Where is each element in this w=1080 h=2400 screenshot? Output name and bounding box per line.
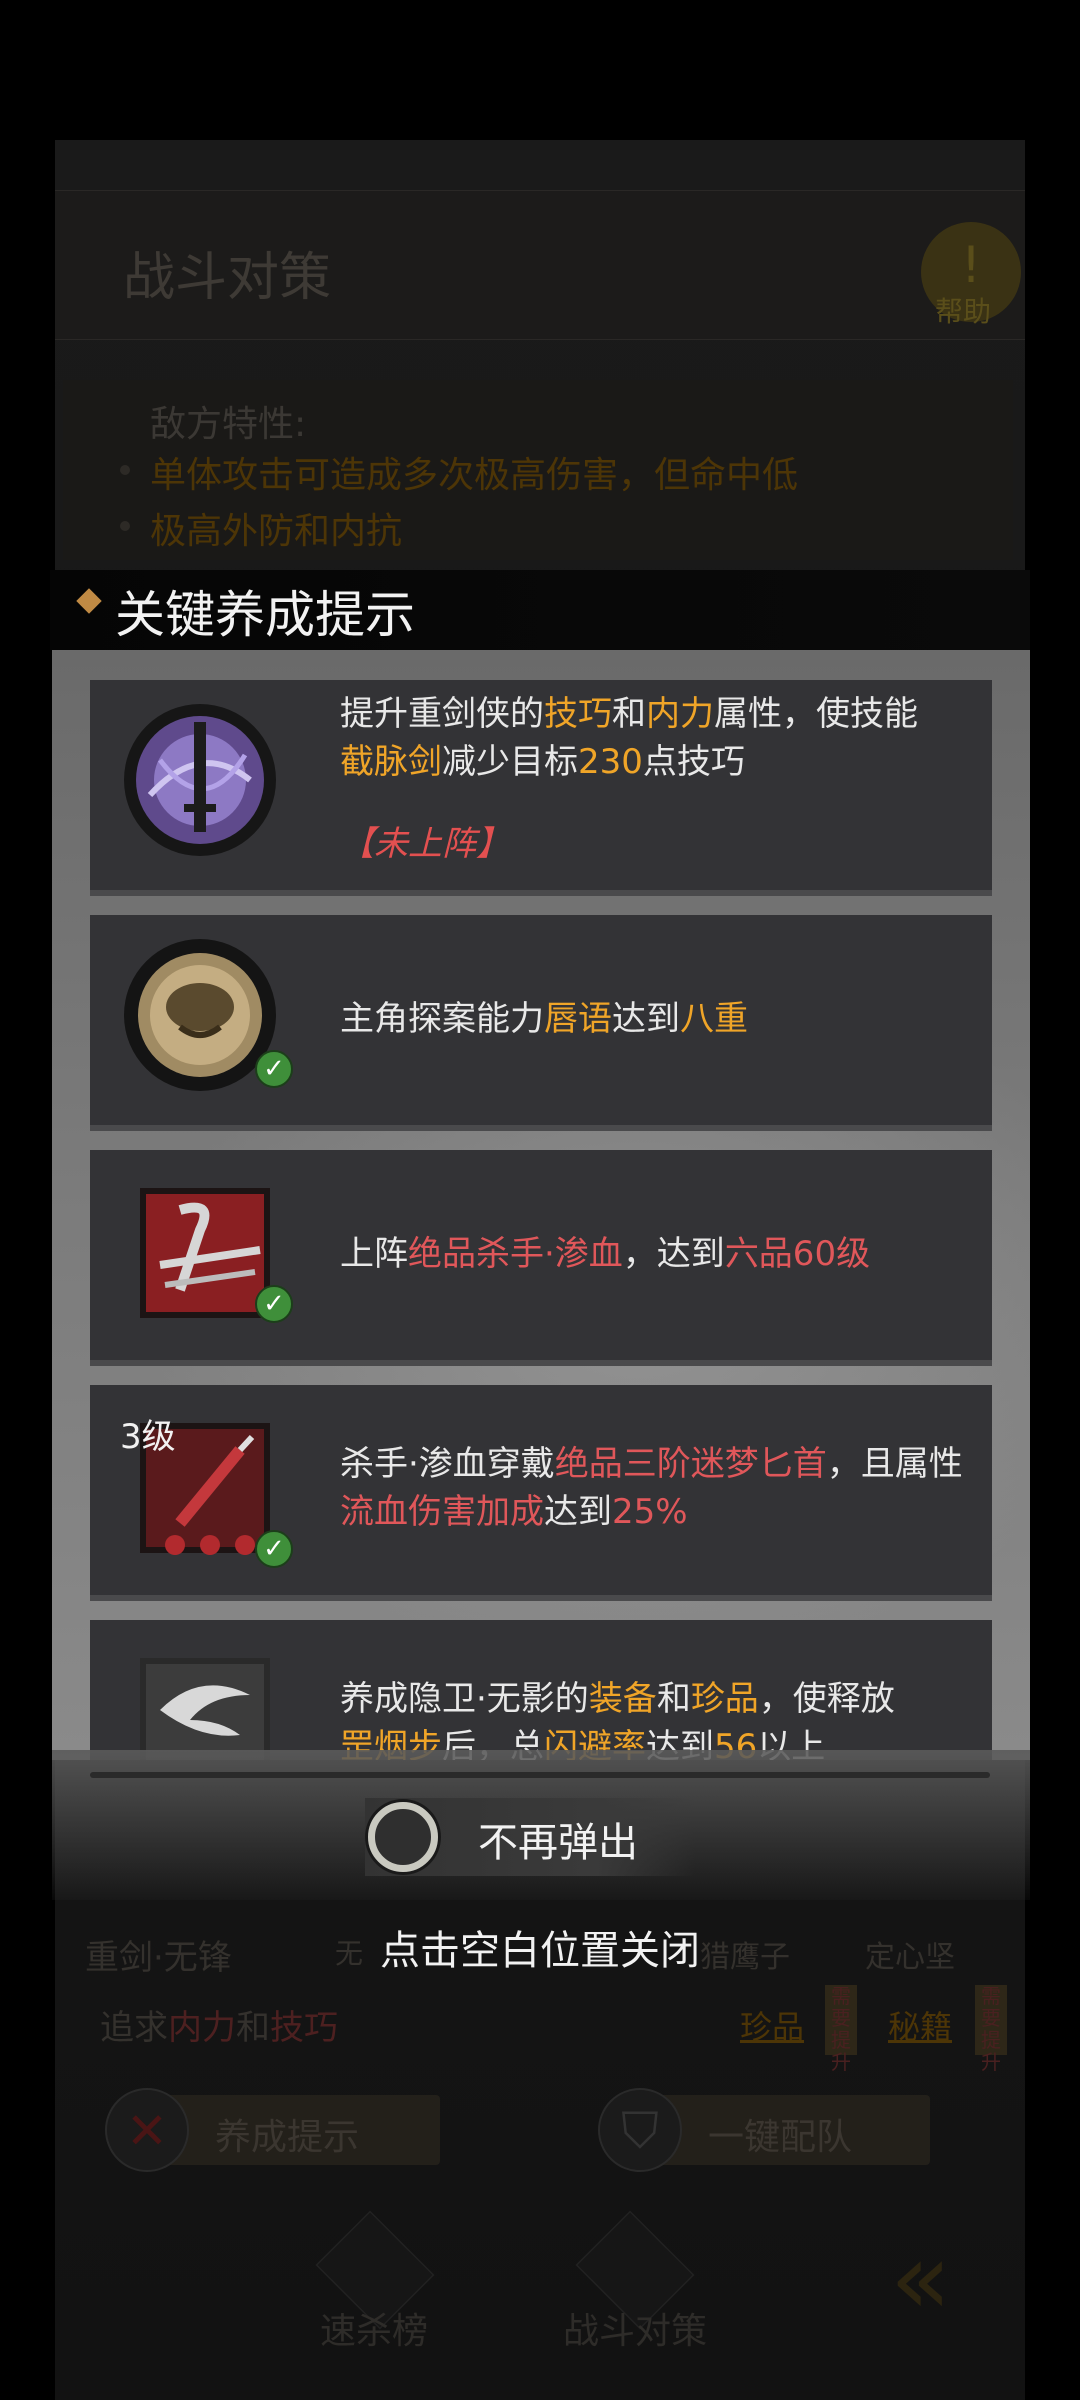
dont-show-again-label[interactable]: 不再弹出: [478, 1810, 638, 1868]
upgrade-tag: 需要提升: [825, 1985, 857, 2073]
tip-text: 提升重剑侠的技巧和内力属性，使技能 截脉剑减少目标230点技巧 【未上阵】: [340, 680, 980, 890]
training-tip-label: 养成提示: [215, 2117, 360, 2158]
radio-icon[interactable]: [368, 1802, 438, 1872]
tip-text: 主角探案能力唇语达到八重: [340, 999, 748, 1039]
divider: [90, 1772, 990, 1778]
auto-team-label: 一键配队: [708, 2117, 853, 2158]
enemy-traits-title: 敌方特性:: [150, 404, 307, 445]
check-icon: ✓: [255, 1285, 293, 1323]
tip-text: 杀手·渗血穿戴绝品三阶迷梦匕首，且属性 流血伤害加成达到25%: [340, 1444, 963, 1532]
upgrade-tag: 需要提升: [975, 1985, 1007, 2073]
page-title: 战斗对策: [123, 248, 332, 308]
enemy-trait-1: 单体攻击可造成多次极高伤害，但命中低: [150, 455, 799, 496]
bullet-icon: [120, 521, 130, 531]
tip-card[interactable]: 提升重剑侠的技巧和内力属性，使技能 截脉剑减少目标230点技巧 【未上阵】: [90, 680, 992, 890]
popup-title: 关键养成提示: [115, 586, 415, 644]
check-icon: ✓: [255, 1050, 293, 1088]
shield-icon: ⛉: [598, 2088, 682, 2172]
tip-card[interactable]: ✓ 主角探案能力唇语达到八重: [90, 915, 992, 1125]
exclamation-icon: !: [960, 236, 982, 294]
item-level: 3级: [120, 1417, 176, 1457]
tip-text: 上阵绝品杀手·渗血，达到六品60级: [340, 1234, 871, 1274]
tip-card[interactable]: 养成隐卫·无影的装备和珍品，使释放 罡烟步后，总闪避率达到56以上: [90, 1620, 992, 1760]
nav-kill-list[interactable]: 速杀榜: [320, 2302, 428, 2354]
tip-text: 养成隐卫·无影的装备和珍品，使释放 罡烟步后，总闪避率达到56以上: [340, 1679, 895, 1760]
manual-link[interactable]: 秘籍: [888, 2002, 952, 2048]
tips-list[interactable]: 提升重剑侠的技巧和内力属性，使技能 截脉剑减少目标230点技巧 【未上阵】 ✓ …: [52, 650, 1030, 1760]
treasure-link[interactable]: 珍品: [740, 2002, 804, 2048]
help-label: 帮助: [935, 295, 992, 328]
eagle-icon: [120, 1640, 280, 1760]
bullet-icon: [120, 465, 130, 475]
sword-vortex-icon: [120, 700, 280, 860]
tip-card[interactable]: 3级 ✓ 杀手·渗血穿戴绝品三阶迷梦匕首，且属性 流血伤害加成达到25%: [90, 1385, 992, 1595]
status-not-deployed: 【未上阵】: [340, 824, 510, 864]
nav-battle-strategy[interactable]: 战斗对策: [563, 2302, 707, 2354]
goal-text: 追求内力和技巧: [100, 2008, 338, 2048]
close-x-icon: ✕: [105, 2088, 189, 2172]
tip-card[interactable]: ✓ 上阵绝品杀手·渗血，达到六品60级: [90, 1150, 992, 1360]
close-hint: 点击空白位置关闭: [380, 1928, 700, 1974]
check-icon: ✓: [255, 1530, 293, 1568]
collapse-arrow-icon[interactable]: «: [890, 2220, 951, 2337]
enemy-trait-2: 极高外防和内抗: [150, 511, 403, 552]
